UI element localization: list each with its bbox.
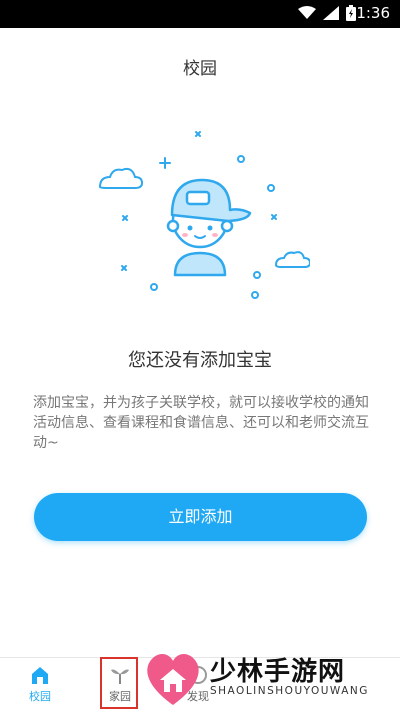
add-baby-button[interactable]: 立即添加 — [34, 493, 367, 541]
status-bar: 1:36 — [0, 0, 400, 28]
watermark-text-cn: 少林手游网 — [210, 657, 346, 687]
highlight-box — [100, 657, 138, 709]
tab-school-label: 校园 — [29, 690, 51, 703]
page-title: 校园 — [183, 59, 217, 79]
watermark-logo: 少林手游网 SHAOLINSHOUYOUWANG — [140, 645, 396, 709]
cloud-icon — [98, 167, 144, 189]
watermark-text-en: SHAOLINSHOUYOUWANG — [210, 685, 369, 697]
empty-child-illustration — [98, 131, 310, 299]
wifi-icon — [298, 6, 316, 19]
empty-state-heading: 您还没有添加宝宝 — [128, 350, 272, 371]
status-time: 1:36 — [356, 4, 390, 22]
tab-school[interactable]: 校园 — [20, 664, 60, 704]
heart-house-logo-icon — [147, 654, 199, 705]
signal-icon — [323, 6, 339, 20]
school-icon — [32, 667, 48, 684]
empty-state-description: 添加宝宝，并为孩子关联学校，就可以接收学校的通知活动信息、查看课程和食谱信息、还… — [33, 395, 369, 451]
battery-icon — [346, 5, 356, 21]
cloud-icon — [274, 251, 310, 268]
